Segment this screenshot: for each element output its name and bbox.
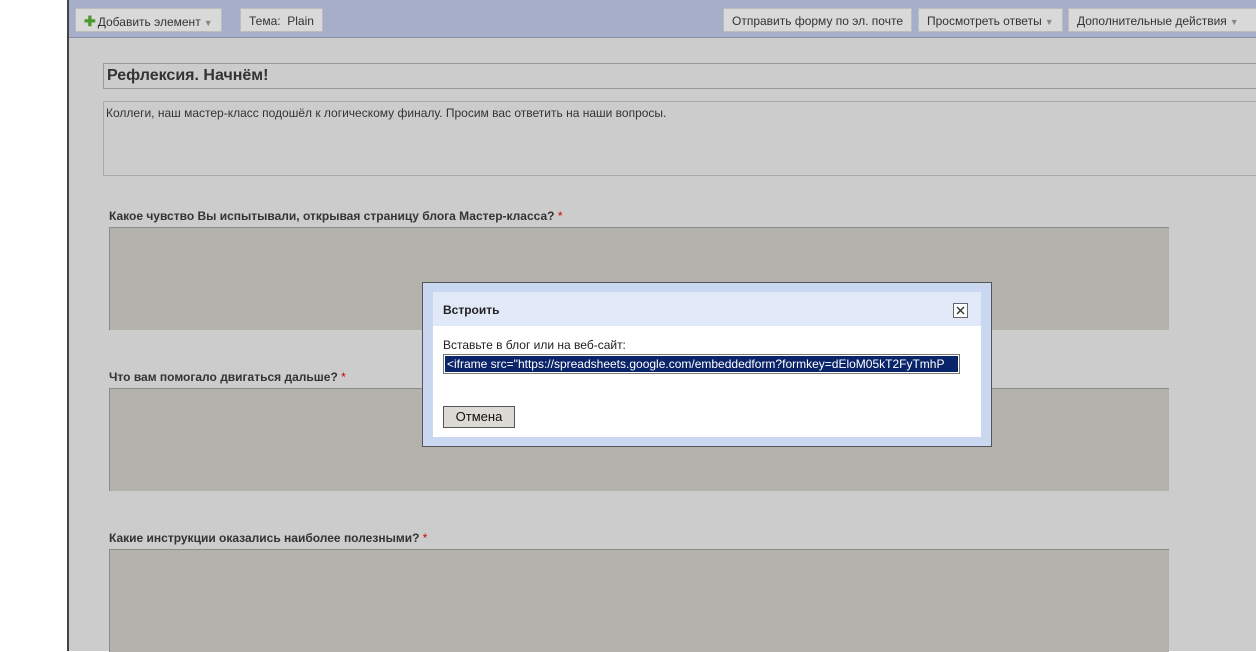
question-3-area[interactable] <box>109 549 1169 652</box>
required-mark: * <box>557 209 563 223</box>
chevron-down-icon: ▼ <box>1044 17 1054 27</box>
embed-label: Вставьте в блог или на веб-сайт: <box>443 338 626 352</box>
close-icon[interactable] <box>953 303 968 318</box>
view-responses-label: Просмотреть ответы <box>927 14 1042 28</box>
required-mark: * <box>341 370 346 384</box>
question-1-text: Какое чувство Вы испытывали, открывая ст… <box>109 209 555 223</box>
embed-dialog-body: Встроить Вставьте в блог или на веб-сайт… <box>433 292 981 437</box>
dialog-title: Встроить <box>443 303 500 317</box>
chevron-down-icon: ▼ <box>203 18 213 28</box>
required-mark: * <box>422 531 428 545</box>
embed-code-text: <iframe src="https://spreadsheets.google… <box>445 356 958 372</box>
add-item-button[interactable]: ✚ Добавить элемент ▼ <box>75 8 222 32</box>
add-item-label: Добавить элемент <box>97 15 201 29</box>
form-title-input[interactable]: Рефлексия. Начнём! <box>103 63 1256 89</box>
email-form-label: Отправить форму по эл. почте <box>732 14 904 28</box>
email-form-button[interactable]: Отправить форму по эл. почте <box>723 8 913 32</box>
question-3-label: Какие инструкции оказались наиболее поле… <box>109 531 427 545</box>
page-margin <box>0 0 67 651</box>
theme-button[interactable]: Тема: Plain <box>240 8 323 32</box>
theme-label: Тема: <box>249 14 281 28</box>
theme-value: Plain <box>287 14 314 28</box>
cancel-button[interactable]: Отмена <box>443 406 515 428</box>
question-2-label: Что вам помогало двигаться дальше? * <box>109 370 346 384</box>
embed-dialog: Встроить Вставьте в блог или на веб-сайт… <box>422 282 992 447</box>
view-responses-button[interactable]: Просмотреть ответы ▼ <box>918 8 1063 32</box>
question-2-text: Что вам помогало двигаться дальше? <box>109 370 338 384</box>
plus-icon: ✚ <box>84 13 96 29</box>
question-1-label: Какое чувство Вы испытывали, открывая ст… <box>109 209 563 223</box>
embed-dialog-header: Встроить <box>433 292 981 326</box>
toolbar: ✚ Добавить элемент ▼ Тема: Plain Отправить… <box>69 0 1256 38</box>
question-3-text: Какие инструкции оказались наиболее поле… <box>109 531 420 545</box>
more-actions-label: Дополнительные действия <box>1077 14 1227 28</box>
chevron-down-icon: ▼ <box>1229 17 1239 27</box>
form-description-input[interactable]: Коллеги, наш мастер-класс подошёл к логи… <box>103 101 1256 176</box>
more-actions-button[interactable]: Дополнительные действия ▼ <box>1068 8 1256 32</box>
embed-code-field[interactable]: <iframe src="https://spreadsheets.google… <box>443 354 960 374</box>
